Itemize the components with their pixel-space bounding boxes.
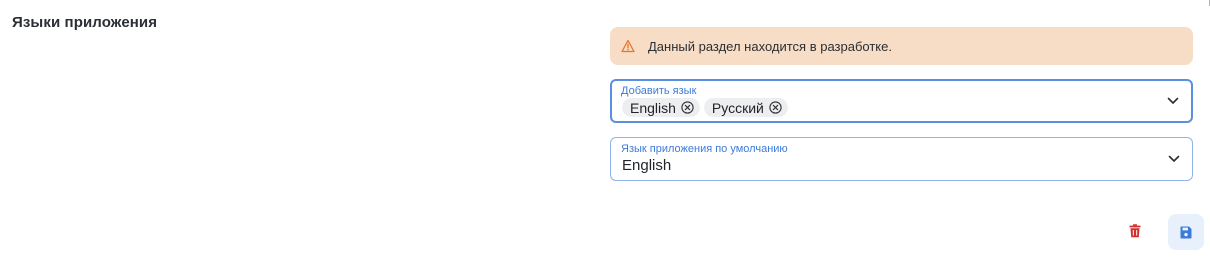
chip-label: Русский: [711, 99, 764, 116]
default-language-value: English: [622, 157, 672, 174]
add-language-select[interactable]: Добавить язык English Русский: [610, 79, 1193, 123]
app-languages-page: Языки приложения Данный раздел находится…: [0, 0, 1210, 257]
chevron-down-icon[interactable]: [1168, 155, 1180, 163]
section-title: Языки приложения: [12, 14, 158, 31]
remove-circle-x-icon[interactable]: [769, 101, 782, 114]
language-chip-russian: Русский: [703, 98, 788, 117]
chip-label: English: [630, 99, 676, 116]
save-button[interactable]: [1168, 214, 1204, 250]
default-language-label: Язык приложения по умолчанию: [621, 143, 788, 155]
selected-languages: English Русский: [622, 98, 788, 117]
chevron-down-icon[interactable]: [1167, 97, 1179, 105]
floppy-disk-icon: [1180, 226, 1192, 239]
add-language-label: Добавить язык: [621, 85, 697, 97]
language-chip-english: English: [622, 98, 700, 117]
alert-text: Данный раздел находится в разработке.: [648, 38, 892, 54]
remove-circle-x-icon[interactable]: [681, 101, 694, 114]
default-language-select[interactable]: Язык приложения по умолчанию English: [610, 137, 1193, 181]
delete-button[interactable]: [1117, 213, 1153, 249]
warning-triangle-icon: [621, 39, 635, 53]
development-alert: Данный раздел находится в разработке.: [610, 27, 1193, 65]
trash-icon: [1129, 224, 1141, 238]
